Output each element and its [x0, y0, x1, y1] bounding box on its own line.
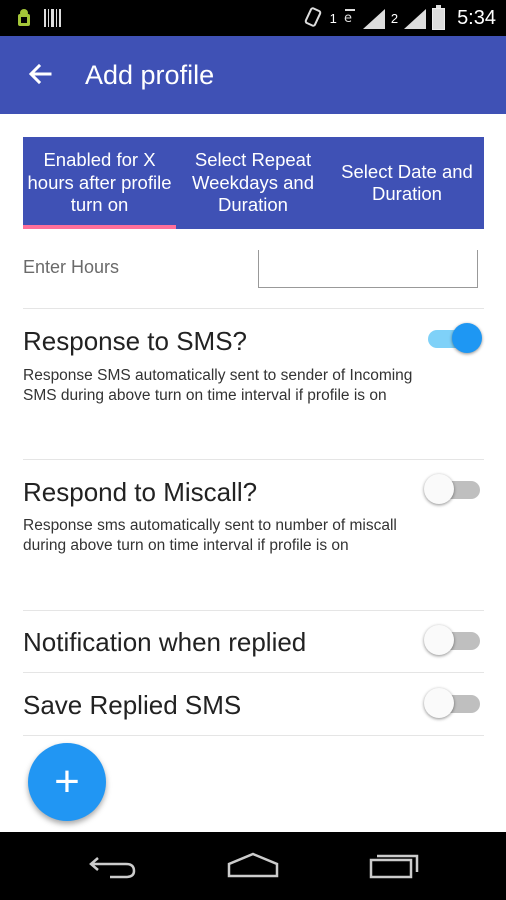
vibrate-icon — [302, 6, 324, 31]
divider — [23, 610, 484, 611]
respond-miscall-switch[interactable] — [424, 472, 484, 506]
switch-thumb — [424, 474, 454, 504]
tab-label: Enabled for X hours after profile turn o… — [27, 149, 172, 216]
response-sms-title: Response to SMS? — [23, 326, 248, 356]
switch-thumb — [424, 625, 454, 655]
clock: 5:34 — [457, 7, 496, 29]
switch-thumb — [424, 688, 454, 718]
tab-date-duration[interactable]: Select Date and Duration — [330, 137, 484, 229]
add-fab-button[interactable]: + — [28, 743, 106, 821]
no-data-icon: e — [343, 7, 357, 30]
barcode-icon — [44, 8, 62, 33]
plus-icon: + — [54, 757, 80, 806]
svg-text:e: e — [344, 11, 352, 26]
signal-2-icon — [404, 8, 427, 29]
battery-icon — [432, 4, 446, 30]
tab-label: Select Repeat Weekdays and Duration — [191, 149, 315, 216]
divider — [23, 459, 484, 460]
divider — [23, 308, 484, 309]
tab-label: Select Date and Duration — [341, 160, 473, 205]
notification-replied-title: Notification when replied — [23, 627, 307, 657]
tab-bar: Enabled for X hours after profile turn o… — [23, 137, 484, 229]
tab-indicator — [23, 225, 176, 229]
respond-miscall-title: Respond to Miscall? — [23, 477, 258, 507]
enter-hours-label: Enter Hours — [23, 257, 120, 277]
arrow-back-icon[interactable] — [24, 58, 56, 90]
respond-miscall-description: Response sms automatically sent to numbe… — [23, 517, 397, 554]
save-replied-title: Save Replied SMS — [23, 690, 242, 720]
home-nav-icon[interactable] — [227, 850, 279, 880]
divider — [23, 735, 484, 736]
recents-nav-icon[interactable] — [369, 850, 419, 880]
hours-input[interactable] — [258, 250, 478, 288]
android-debug-icon — [16, 8, 32, 33]
switch-thumb — [452, 323, 482, 353]
divider — [23, 672, 484, 673]
tab-enabled-hours[interactable]: Enabled for X hours after profile turn o… — [23, 137, 176, 229]
response-sms-switch[interactable] — [424, 321, 484, 355]
response-sms-description: Response SMS automatically sent to sende… — [23, 367, 413, 404]
sim2-label: 2 — [390, 11, 399, 26]
save-replied-switch[interactable] — [424, 686, 484, 720]
notification-replied-switch[interactable] — [424, 623, 484, 657]
signal-1-icon — [362, 8, 385, 29]
navigation-bar — [0, 832, 506, 900]
sim1-label: 1 — [329, 11, 337, 26]
status-bar: 1 e 2 5:34 — [0, 0, 506, 36]
tab-repeat-weekdays[interactable]: Select Repeat Weekdays and Duration — [176, 137, 330, 229]
page-title: Add profile — [85, 60, 215, 90]
back-nav-icon[interactable] — [88, 850, 138, 880]
app-bar: Add profile — [0, 36, 506, 114]
